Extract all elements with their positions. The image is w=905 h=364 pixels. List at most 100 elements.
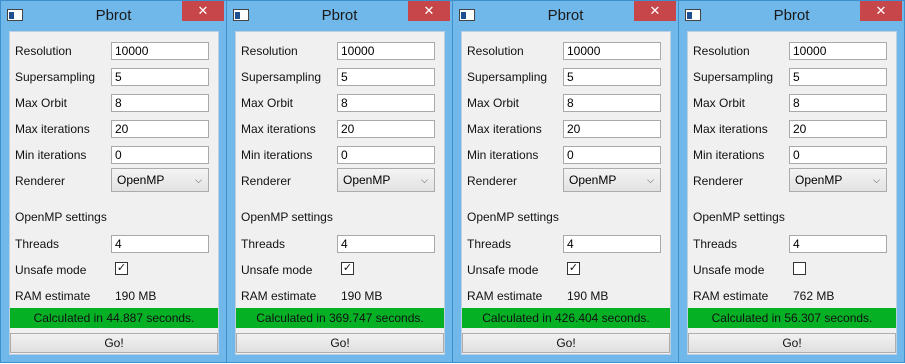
pbrot-window: Pbrot ✕ Resolution 10000 Supersampling 5… — [678, 0, 905, 363]
chevron-down-icon: ⌵ — [647, 175, 654, 185]
go-button[interactable]: Go! — [688, 333, 896, 353]
close-button[interactable]: ✕ — [634, 1, 676, 21]
threads-input[interactable]: 4 — [563, 235, 661, 253]
renderer-label: Renderer — [467, 174, 518, 188]
close-button[interactable]: ✕ — [408, 1, 450, 21]
close-button[interactable]: ✕ — [860, 1, 902, 21]
unsafe-mode-checkbox[interactable]: ✓ — [115, 262, 128, 275]
ram-estimate-value: 190 MB — [341, 289, 383, 303]
ram-estimate-label: RAM estimate — [15, 289, 91, 303]
resolution-input[interactable]: 10000 — [789, 42, 887, 60]
min-iterations-input[interactable]: 0 — [337, 146, 435, 164]
unsafe-mode-checkbox[interactable]: ✓ — [341, 262, 354, 275]
status-progress-bar: Calculated in 56.307 seconds. — [688, 308, 896, 328]
ram-estimate-label: RAM estimate — [467, 289, 543, 303]
close-button[interactable]: ✕ — [182, 1, 224, 21]
close-icon: ✕ — [875, 3, 887, 18]
status-progress-bar: Calculated in 44.887 seconds. — [10, 308, 218, 328]
supersampling-label: Supersampling — [15, 70, 96, 84]
max-orbit-label: Max Orbit — [241, 96, 294, 110]
renderer-value: OpenMP — [795, 173, 843, 187]
pbrot-window: Pbrot ✕ Resolution 10000 Supersampling 5… — [226, 0, 453, 363]
min-iterations-input[interactable]: 0 — [111, 146, 209, 164]
max-orbit-input[interactable]: 8 — [563, 94, 661, 112]
openmp-settings-heading: OpenMP settings — [15, 210, 107, 224]
renderer-select[interactable]: OpenMP ⌵ — [111, 168, 209, 192]
unsafe-mode-label: Unsafe mode — [693, 263, 765, 277]
resolution-label: Resolution — [241, 44, 298, 58]
ram-estimate-label: RAM estimate — [693, 289, 769, 303]
threads-label: Threads — [241, 237, 286, 251]
pbrot-window: Pbrot ✕ Resolution 10000 Supersampling 5… — [452, 0, 679, 363]
resolution-input[interactable]: 10000 — [111, 42, 209, 60]
supersampling-input[interactable]: 5 — [789, 68, 887, 86]
threads-input[interactable]: 4 — [789, 235, 887, 253]
status-progress-bar: Calculated in 426.404 seconds. — [462, 308, 670, 328]
threads-label: Threads — [693, 237, 738, 251]
supersampling-label: Supersampling — [693, 70, 774, 84]
supersampling-input[interactable]: 5 — [111, 68, 209, 86]
renderer-label: Renderer — [693, 174, 744, 188]
max-iterations-input[interactable]: 20 — [337, 120, 435, 138]
renderer-select[interactable]: OpenMP ⌵ — [789, 168, 887, 192]
max-iterations-label: Max iterations — [467, 122, 542, 136]
threads-input[interactable]: 4 — [337, 235, 435, 253]
chevron-down-icon: ⌵ — [873, 175, 880, 185]
ram-estimate-value: 190 MB — [567, 289, 609, 303]
threads-input[interactable]: 4 — [111, 235, 209, 253]
settings-panel: Resolution 10000 Supersampling 5 Max Orb… — [235, 31, 445, 355]
ram-estimate-label: RAM estimate — [241, 289, 317, 303]
settings-panel: Resolution 10000 Supersampling 5 Max Orb… — [9, 31, 219, 355]
min-iterations-label: Min iterations — [241, 148, 313, 162]
max-orbit-input[interactable]: 8 — [111, 94, 209, 112]
renderer-label: Renderer — [241, 174, 292, 188]
supersampling-label: Supersampling — [241, 70, 322, 84]
unsafe-mode-checkbox[interactable] — [793, 262, 806, 275]
go-button[interactable]: Go! — [462, 333, 670, 353]
status-progress-bar: Calculated in 369.747 seconds. — [236, 308, 444, 328]
go-button[interactable]: Go! — [236, 333, 444, 353]
go-button[interactable]: Go! — [10, 333, 218, 353]
renderer-value: OpenMP — [343, 173, 391, 187]
unsafe-mode-label: Unsafe mode — [241, 263, 313, 277]
min-iterations-input[interactable]: 0 — [789, 146, 887, 164]
min-iterations-input[interactable]: 0 — [563, 146, 661, 164]
max-iterations-input[interactable]: 20 — [563, 120, 661, 138]
title-bar[interactable]: Pbrot ✕ — [679, 1, 904, 31]
resolution-label: Resolution — [693, 44, 750, 58]
max-orbit-label: Max Orbit — [467, 96, 520, 110]
close-icon: ✕ — [197, 3, 209, 18]
unsafe-mode-label: Unsafe mode — [467, 263, 539, 277]
unsafe-mode-label: Unsafe mode — [15, 263, 87, 277]
title-bar[interactable]: Pbrot ✕ — [453, 1, 678, 31]
settings-panel: Resolution 10000 Supersampling 5 Max Orb… — [687, 31, 897, 355]
title-bar[interactable]: Pbrot ✕ — [1, 1, 226, 31]
supersampling-label: Supersampling — [467, 70, 548, 84]
close-icon: ✕ — [423, 3, 435, 18]
threads-label: Threads — [15, 237, 60, 251]
max-iterations-input[interactable]: 20 — [111, 120, 209, 138]
resolution-input[interactable]: 10000 — [563, 42, 661, 60]
renderer-label: Renderer — [15, 174, 66, 188]
renderer-value: OpenMP — [569, 173, 617, 187]
max-orbit-input[interactable]: 8 — [337, 94, 435, 112]
min-iterations-label: Min iterations — [467, 148, 539, 162]
unsafe-mode-checkbox[interactable]: ✓ — [567, 262, 580, 275]
supersampling-input[interactable]: 5 — [337, 68, 435, 86]
settings-panel: Resolution 10000 Supersampling 5 Max Orb… — [461, 31, 671, 355]
pbrot-window: Pbrot ✕ Resolution 10000 Supersampling 5… — [0, 0, 227, 363]
max-iterations-label: Max iterations — [241, 122, 316, 136]
resolution-label: Resolution — [467, 44, 524, 58]
resolution-label: Resolution — [15, 44, 72, 58]
min-iterations-label: Min iterations — [15, 148, 87, 162]
max-iterations-label: Max iterations — [15, 122, 90, 136]
max-iterations-input[interactable]: 20 — [789, 120, 887, 138]
renderer-select[interactable]: OpenMP ⌵ — [563, 168, 661, 192]
max-iterations-label: Max iterations — [693, 122, 768, 136]
supersampling-input[interactable]: 5 — [563, 68, 661, 86]
close-icon: ✕ — [649, 3, 661, 18]
renderer-select[interactable]: OpenMP ⌵ — [337, 168, 435, 192]
max-orbit-input[interactable]: 8 — [789, 94, 887, 112]
title-bar[interactable]: Pbrot ✕ — [227, 1, 452, 31]
resolution-input[interactable]: 10000 — [337, 42, 435, 60]
